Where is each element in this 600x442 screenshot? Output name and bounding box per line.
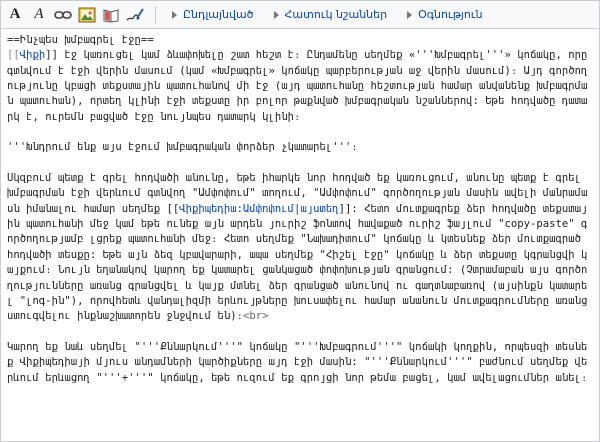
chevron-right-icon [172,10,177,19]
bold-glyph: A [9,6,21,22]
book-icon[interactable] [101,5,121,25]
bold-icon[interactable]: A [5,5,25,25]
toolbar-main-group: A A [5,1,149,28]
heading-line: ==Ինչպես խմբագրել էջը== [7,34,154,46]
signature-icon[interactable] [125,5,145,25]
tab-special-characters-label: Հատուկ նշաններ [284,8,388,21]
tab-advanced-label: Ընդլայնված [183,8,254,21]
wikilink-wiki: Վիքի [19,49,46,62]
br-tag: <br> [243,310,269,323]
tab-help-label: Օգնություն [418,8,483,21]
link-open-brackets: [[ [7,49,20,62]
image-icon[interactable] [77,5,97,25]
wikitext-editor: A A Ընդլայնված Հատուկ նշաններ Օգնություն… [0,0,600,442]
italic-glyph: A [34,6,44,22]
wikilink-summary: Վիքիպեդիա:Ամփոփում|այստեղ [179,202,339,215]
link-icon[interactable] [53,5,73,25]
paragraph-1: [[Վիքի]] էջ կառուցել կամ ձևափոխելը շատ հ… [7,48,593,125]
tab-advanced[interactable]: Ընդլայնված [162,1,264,28]
italic-icon[interactable]: A [29,5,49,25]
toolbar-separator [155,5,156,24]
editor-toolbar: A A Ընդլայնված Հատուկ նշաններ Օգնություն [1,1,599,29]
tab-special-characters[interactable]: Հատուկ նշաններ [264,1,398,28]
paragraph-1-text: ]] էջ կառուցել կամ ձևափոխելը շատ հեշտ է։… [7,49,594,123]
paragraph-2: '''Խնդրում ենք այս էջում խմբագրական փորձ… [7,141,358,154]
tab-help[interactable]: Օգնություն [397,1,492,28]
paragraph-3: Սկզբում պետք է գրել հոդվածի անունը, եթե … [7,171,593,324]
chevron-right-icon [407,10,413,19]
paragraph-4: Կարող եք նաև սեղմել "'''Քննարկում'''" կո… [7,340,588,384]
paragraph-3-text-b: ]]: Հետո մուտքագրեք ձեր հոդվածը տեքստայի… [7,202,594,323]
chevron-right-icon [273,10,279,19]
wikitext-textarea[interactable]: ==Ինչպես խմբագրել էջը== [[Վիքի]] էջ կառու… [1,29,599,441]
